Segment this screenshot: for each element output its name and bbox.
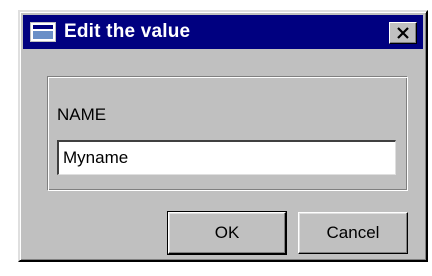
close-icon [397,27,409,39]
cancel-button[interactable]: Cancel [298,212,408,254]
ok-button[interactable]: OK [167,211,287,255]
close-button[interactable] [389,22,417,44]
window-icon [30,22,56,42]
name-label: NAME [57,105,107,124]
window-title: Edit the value [64,21,191,42]
title-bar[interactable]: Edit the value [23,15,423,49]
edit-value-dialog: Edit the value NAME OK Cancel [18,10,428,262]
name-input[interactable] [57,140,396,175]
